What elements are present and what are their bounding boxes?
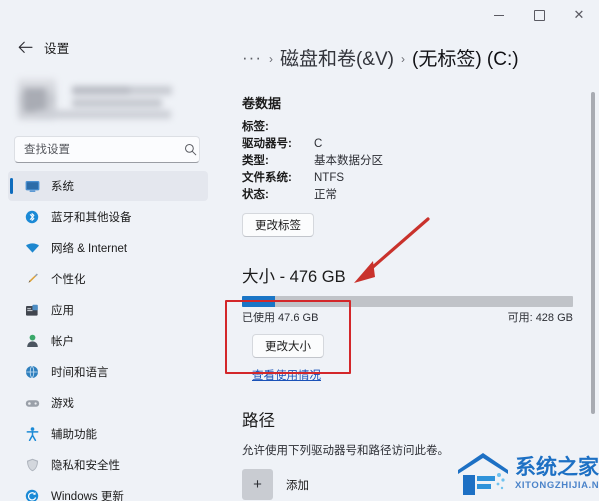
size-legend: 已使用 47.6 GB 可用: 428 GB <box>242 309 573 325</box>
account-name-blurred-dark <box>72 86 130 95</box>
back-arrow-icon <box>18 41 33 53</box>
apps-icon <box>22 301 42 319</box>
volume-data-table: 标签: 驱动器号: C 类型: 基本数据分区 文件系统: NTFS 状态: 正常 <box>242 121 383 206</box>
close-icon: ✕ <box>573 7 585 23</box>
sidebar-item-apps[interactable]: 应用 <box>8 295 208 325</box>
row-value: 基本数据分区 <box>314 155 383 167</box>
shield-icon <box>22 456 42 474</box>
window-title: 设置 <box>44 41 70 56</box>
title-bar: ✕ <box>0 0 599 30</box>
maximize-icon <box>533 9 545 21</box>
breadcrumb-parent-link[interactable]: 磁盘和卷(&V) <box>280 44 394 71</box>
path-description: 允许使用下列驱动器号和路径访问此卷。 <box>242 445 449 457</box>
used-space-label: 已使用 47.6 GB <box>242 312 319 324</box>
row-value <box>314 121 383 138</box>
table-row: 文件系统: NTFS <box>242 172 383 189</box>
sidebar-item-accessibility[interactable]: 辅助功能 <box>8 419 208 449</box>
row-key: 状态: <box>242 189 269 201</box>
path-heading: 路径 <box>242 412 275 430</box>
free-space-label: 可用: 428 GB <box>507 312 573 324</box>
gaming-controller-icon <box>22 394 42 412</box>
personalization-brush-icon <box>22 270 42 288</box>
chevron-right-icon: › <box>268 51 273 66</box>
sidebar-item-gaming[interactable]: 游戏 <box>8 388 208 418</box>
sidebar-item-label: 个性化 <box>51 274 86 286</box>
sidebar-item-privacy-security[interactable]: 隐私和安全性 <box>8 450 208 480</box>
account-extra-blurred <box>36 110 171 119</box>
size-progress-bar <box>242 296 573 307</box>
search-icon <box>182 143 199 156</box>
window-controls: ✕ <box>479 0 599 30</box>
change-label-button[interactable]: 更改标签 <box>242 213 314 237</box>
sidebar-item-label: 蓝牙和其他设备 <box>51 212 132 224</box>
sidebar-item-label: 帐户 <box>51 336 74 348</box>
size-heading: 大小 - 476 GB <box>242 268 346 286</box>
content-scrollbar[interactable] <box>591 92 595 414</box>
sidebar-nav: 系统 蓝牙和其他设备 网络 & Internet 个性化 应用 帐户 时间和语言… <box>0 171 216 501</box>
bluetooth-icon <box>22 208 42 226</box>
sidebar-item-label: 时间和语言 <box>51 367 109 379</box>
sidebar-item-label: Windows 更新 <box>51 491 124 501</box>
table-row: 类型: 基本数据分区 <box>242 155 383 172</box>
volume-data-heading: 卷数据 <box>242 96 282 111</box>
size-progress-fill <box>242 296 276 307</box>
sidebar-header: 设置 <box>0 30 216 64</box>
minimize-button[interactable] <box>479 0 519 30</box>
content-pane: ··· › 磁盘和卷(&V) › (无标签) (C:) 卷数据 标签: 驱动器号… <box>216 30 599 501</box>
chevron-right-icon: › <box>401 51 405 66</box>
sidebar-item-label: 网络 & Internet <box>51 243 128 255</box>
row-key: 文件系统: <box>242 172 292 184</box>
minimize-icon <box>494 14 504 16</box>
sidebar-item-personalization[interactable]: 个性化 <box>8 264 208 294</box>
account-profile-blurred[interactable] <box>14 74 194 128</box>
sidebar-item-network-internet[interactable]: 网络 & Internet <box>8 233 208 263</box>
account-email-blurred <box>72 99 162 107</box>
add-path-row: + 添加 <box>242 469 599 500</box>
row-value: NTFS <box>314 172 345 184</box>
sidebar-item-time-language[interactable]: 时间和语言 <box>8 357 208 387</box>
view-usage-link[interactable]: 查看使用情况 <box>252 367 321 383</box>
sidebar-item-bluetooth-devices[interactable]: 蓝牙和其他设备 <box>8 202 208 232</box>
settings-window: ✕ 设置 查找设置 系统 蓝牙和其他设备 网络 & Internet 个性化 应… <box>0 0 599 501</box>
search-input[interactable] <box>15 137 182 162</box>
time-language-icon <box>22 363 42 381</box>
row-key: 标签: <box>242 121 269 133</box>
windows-update-icon <box>22 487 42 501</box>
sidebar-item-label: 应用 <box>51 305 74 317</box>
breadcrumb-overflow[interactable]: ··· <box>242 48 262 68</box>
add-path-button[interactable]: + <box>242 469 273 500</box>
close-button[interactable]: ✕ <box>559 0 599 30</box>
sidebar-item-label: 游戏 <box>51 398 74 410</box>
add-path-label: 添加 <box>286 479 309 492</box>
row-value: 正常 <box>314 189 337 201</box>
sidebar-item-label: 隐私和安全性 <box>51 460 120 472</box>
breadcrumb-current: (无标签) (C:) <box>412 49 519 70</box>
accessibility-icon <box>22 425 42 443</box>
sidebar-item-label: 辅助功能 <box>51 429 97 441</box>
row-key: 驱动器号: <box>242 138 292 150</box>
row-key: 类型: <box>242 155 269 167</box>
search-box[interactable] <box>14 136 200 163</box>
back-button[interactable] <box>12 34 38 60</box>
table-row: 状态: 正常 <box>242 189 383 206</box>
sidebar-item-system[interactable]: 系统 <box>8 171 208 201</box>
table-row: 标签: <box>242 121 383 138</box>
network-icon <box>22 239 42 257</box>
display-icon <box>22 177 42 195</box>
breadcrumb: ··· › 磁盘和卷(&V) › (无标签) (C:) <box>216 30 599 71</box>
table-row: 驱动器号: C <box>242 138 383 155</box>
account-person-icon <box>22 332 42 350</box>
row-value: C <box>314 138 323 150</box>
sidebar: 设置 查找设置 系统 蓝牙和其他设备 网络 & Internet 个性化 应用 … <box>0 30 216 501</box>
maximize-button[interactable] <box>519 0 559 30</box>
sidebar-item-windows-update[interactable]: Windows 更新 <box>8 481 208 501</box>
sidebar-item-accounts[interactable]: 帐户 <box>8 326 208 356</box>
sidebar-item-label: 系统 <box>51 181 74 193</box>
change-size-button[interactable]: 更改大小 <box>252 334 324 358</box>
